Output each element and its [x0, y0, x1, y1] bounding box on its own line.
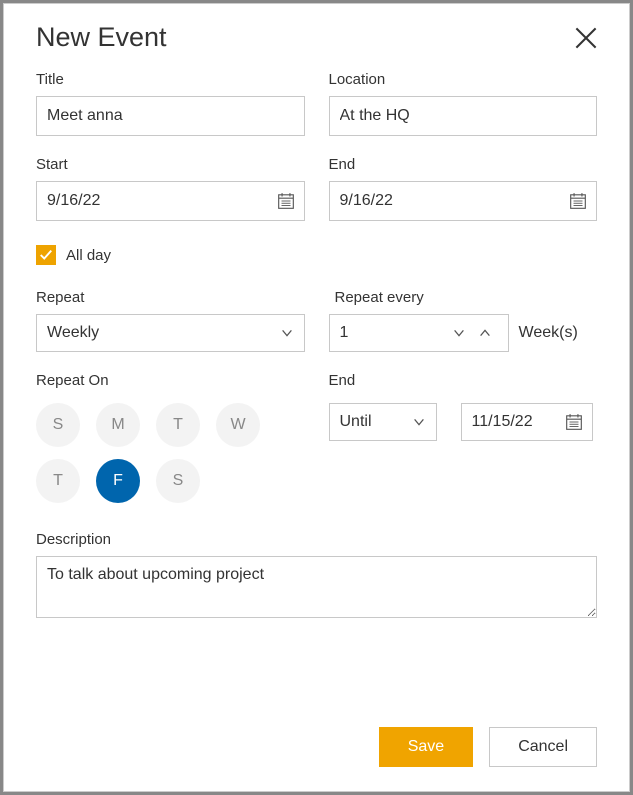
repeat-on-days: SMTWTFS — [36, 403, 305, 503]
location-label: Location — [329, 71, 598, 88]
close-button[interactable] — [575, 27, 597, 49]
repeat-on-label: Repeat On — [36, 372, 305, 389]
description-input[interactable] — [36, 556, 597, 618]
chevron-up-icon — [478, 326, 492, 340]
repeat-end-label: End — [329, 372, 598, 389]
repeat-every-value: 1 — [340, 324, 446, 342]
close-icon — [575, 27, 597, 49]
chevron-down-icon — [412, 415, 426, 429]
repeat-every-stepper[interactable]: 1 — [329, 314, 509, 352]
repeat-value: Weekly — [47, 324, 99, 342]
dialog-footer: Save Cancel — [36, 707, 597, 767]
day-toggle-2[interactable]: T — [156, 403, 200, 447]
chevron-down-icon — [280, 326, 294, 340]
day-toggle-1[interactable]: M — [96, 403, 140, 447]
day-toggle-5[interactable]: F — [96, 459, 140, 503]
day-toggle-0[interactable]: S — [36, 403, 80, 447]
allday-label: All day — [66, 247, 111, 264]
end-date-input[interactable] — [329, 181, 598, 221]
location-input[interactable] — [329, 96, 598, 136]
day-toggle-6[interactable]: S — [156, 459, 200, 503]
repeat-label: Repeat — [36, 289, 305, 306]
stepper-down-button[interactable] — [446, 326, 472, 340]
dialog-title: New Event — [36, 22, 167, 53]
title-input[interactable] — [36, 96, 305, 136]
check-icon — [39, 248, 53, 262]
repeat-every-label: Repeat every — [329, 289, 598, 306]
description-label: Description — [36, 531, 597, 548]
repeat-every-unit: Week(s) — [519, 324, 578, 342]
repeat-end-mode-select[interactable]: Until — [329, 403, 437, 441]
repeat-select[interactable]: Weekly — [36, 314, 305, 352]
allday-checkbox[interactable] — [36, 245, 56, 265]
title-label: Title — [36, 71, 305, 88]
day-toggle-4[interactable]: T — [36, 459, 80, 503]
end-label: End — [329, 156, 598, 173]
save-button[interactable]: Save — [379, 727, 473, 767]
chevron-down-icon — [452, 326, 466, 340]
day-toggle-3[interactable]: W — [216, 403, 260, 447]
new-event-dialog: New Event Title Location Start End — [3, 3, 630, 792]
start-date-input[interactable] — [36, 181, 305, 221]
repeat-end-mode-value: Until — [340, 413, 372, 431]
stepper-up-button[interactable] — [472, 326, 498, 340]
cancel-button[interactable]: Cancel — [489, 727, 597, 767]
repeat-end-date-input[interactable] — [461, 403, 593, 441]
start-label: Start — [36, 156, 305, 173]
dialog-header: New Event — [36, 22, 597, 53]
